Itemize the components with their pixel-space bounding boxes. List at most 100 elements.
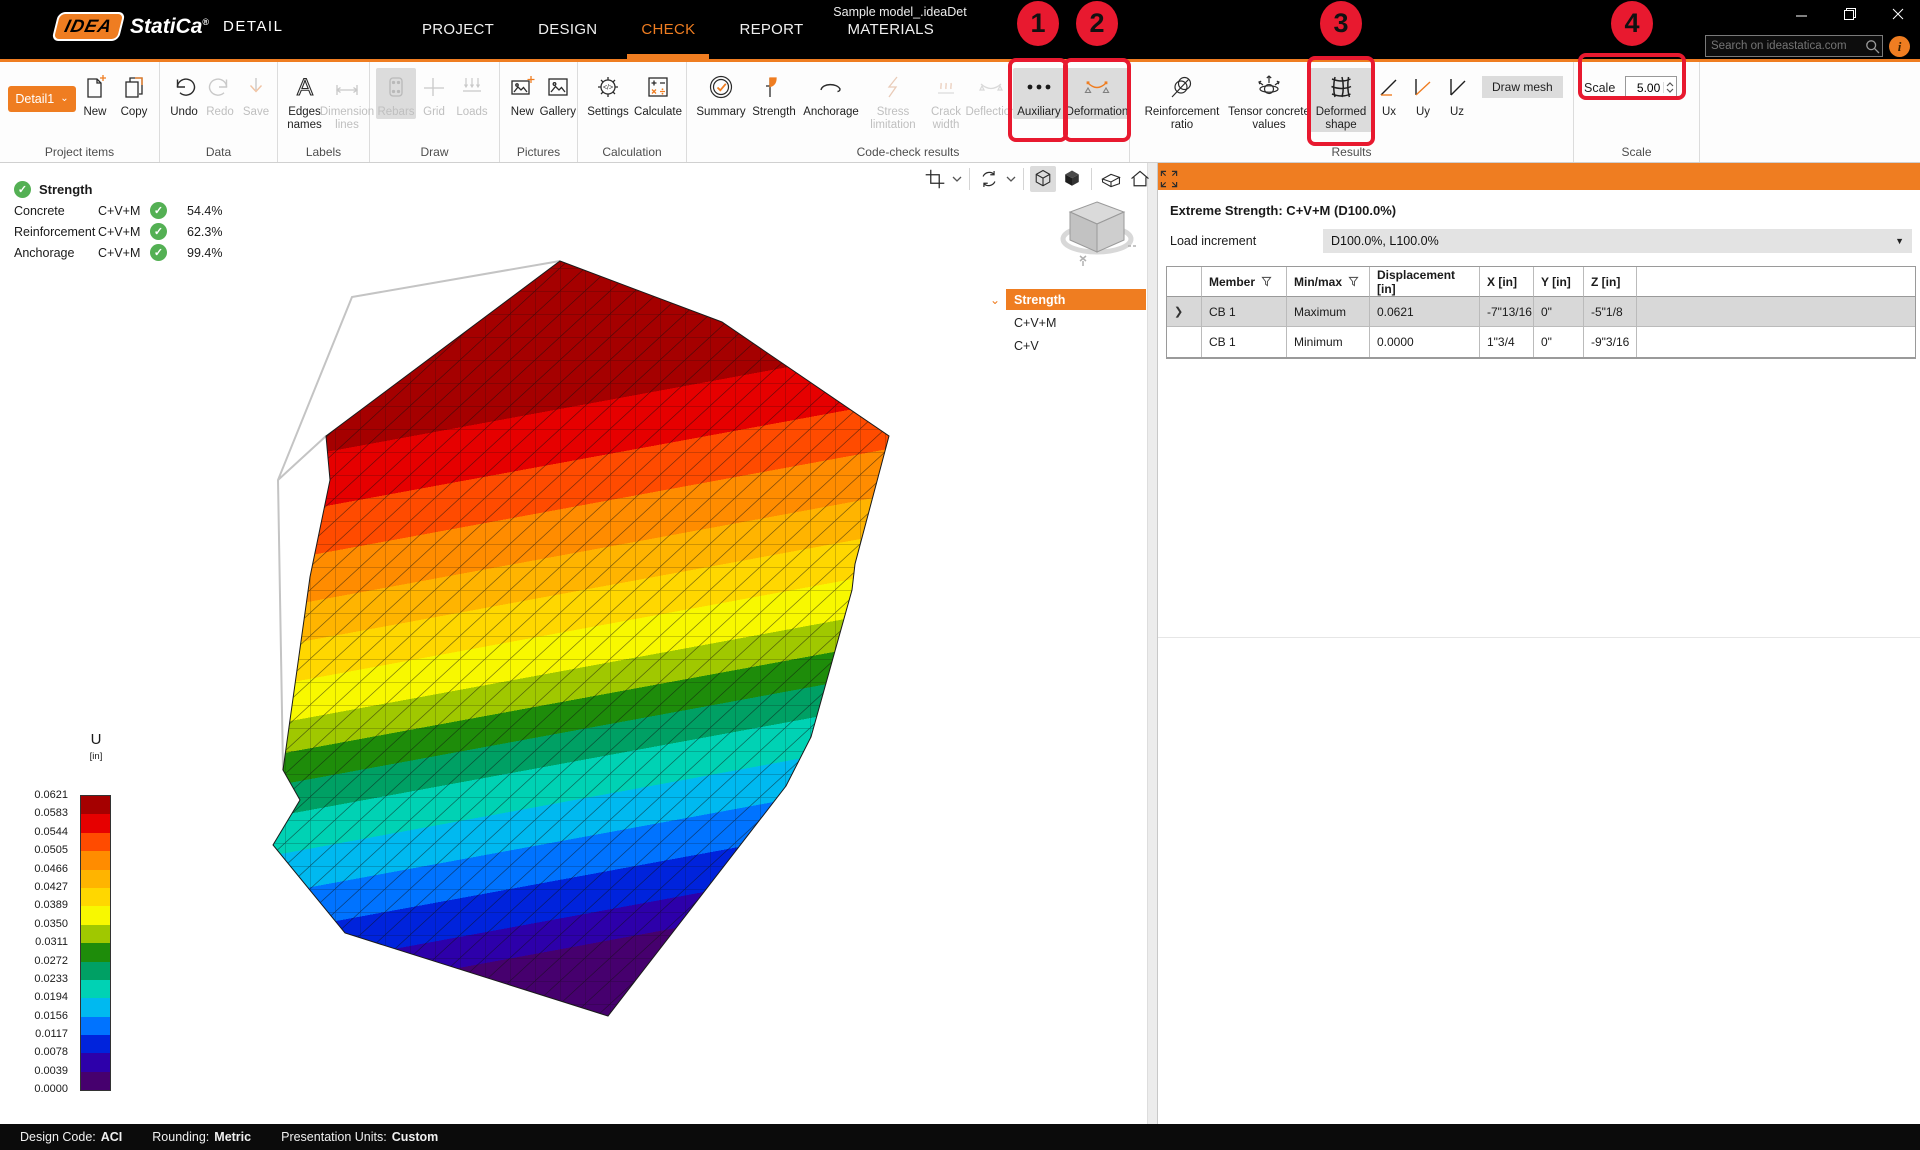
ribbon-button-anchorage[interactable]: Anchorage: [799, 68, 863, 119]
table-cell[interactable]: -7"13/16: [1480, 297, 1534, 327]
navigation-cube[interactable]: [1052, 194, 1142, 268]
ribbon-button-deformed-shape[interactable]: Deformed shape: [1310, 68, 1372, 132]
search-box[interactable]: [1705, 35, 1883, 57]
rotate-view-button[interactable]: [976, 166, 1002, 192]
section-view-button[interactable]: [1098, 166, 1124, 192]
table-cell[interactable]: CB 1: [1202, 327, 1287, 357]
tab-materials[interactable]: MATERIALS: [825, 0, 956, 59]
ribbon-group-calculation: </> Settings Calculate Calculation: [578, 62, 687, 162]
zoom-extents-button[interactable]: [1156, 166, 1182, 192]
undo-icon: [171, 70, 197, 104]
table-header-y[interactable]: Y [in]: [1534, 267, 1584, 297]
table-row-expander[interactable]: ❯: [1167, 297, 1202, 327]
table-cell[interactable]: -9"3/16: [1584, 327, 1637, 357]
divider: [1091, 168, 1092, 190]
shaded-view-button[interactable]: [1059, 166, 1085, 192]
ribbon-button-gallery[interactable]: Gallery: [539, 68, 577, 119]
summary-title: Strength: [39, 182, 92, 197]
table-row-expander[interactable]: [1167, 327, 1202, 357]
ribbon-button-edges-names[interactable]: A Edges names: [284, 68, 325, 132]
legend-labels: 0.06210.05830.05440.05050.04660.04270.03…: [10, 786, 68, 1099]
ribbon-button-strength[interactable]: Strength: [749, 68, 799, 119]
legend-value: 0.0621: [10, 786, 68, 804]
maximize-button[interactable]: [1840, 4, 1860, 24]
chevron-right-icon: ❯: [1174, 305, 1183, 318]
reinforcement-ratio-icon: [1169, 70, 1195, 104]
legend-band: [81, 796, 110, 814]
group-label: Results: [1130, 145, 1573, 159]
tree-item-cv[interactable]: C+V: [984, 334, 1146, 357]
ribbon-button-reinforcement-ratio[interactable]: Reinforcement ratio: [1136, 68, 1228, 132]
ribbon-button-ux[interactable]: Ux: [1372, 68, 1406, 119]
legend-value: 0.0039: [10, 1062, 68, 1080]
draw-mesh-toggle[interactable]: Draw mesh: [1482, 76, 1563, 98]
ribbon-button-copy-project[interactable]: Copy: [114, 68, 154, 119]
ribbon-button-save: Save: [238, 68, 274, 119]
tab-report[interactable]: REPORT: [717, 0, 825, 59]
search-input[interactable]: [1711, 40, 1865, 52]
ribbon-button-uy[interactable]: Uy: [1406, 68, 1440, 119]
redo-icon: [207, 70, 233, 104]
spinner-arrows[interactable]: [1663, 82, 1676, 93]
svg-text:</>: </>: [603, 85, 613, 92]
chevron-down-icon[interactable]: [1005, 176, 1017, 183]
table-header-displacement[interactable]: Displacement [in]: [1370, 267, 1480, 297]
model-viewport[interactable]: [210, 245, 910, 1035]
group-label: Calculation: [578, 145, 686, 159]
close-icon[interactable]: [1888, 4, 1908, 24]
group-label: Data: [160, 145, 277, 159]
tree-item-cvm[interactable]: C+V+M: [984, 311, 1146, 334]
wireframe-view-button[interactable]: [1030, 166, 1056, 192]
tab-check[interactable]: CHECK: [619, 0, 717, 59]
calculate-icon: [645, 70, 671, 104]
home-view-button[interactable]: [1127, 166, 1153, 192]
annotation-circle-3: 3: [1320, 1, 1362, 46]
legend-band: [81, 1053, 110, 1071]
table-cell[interactable]: Minimum: [1287, 327, 1370, 357]
tensor-concrete-values-icon: [1255, 70, 1283, 104]
tab-design[interactable]: DESIGN: [516, 0, 619, 59]
ribbon-button-uz[interactable]: Uz: [1440, 68, 1474, 119]
table-cell[interactable]: CB 1: [1202, 297, 1287, 327]
filter-icon: [1348, 276, 1359, 287]
ribbon: Detail1⌄ New Copy Project items Undo Red…: [0, 62, 1920, 163]
ribbon-button-deformation[interactable]: Deformation: [1065, 68, 1129, 119]
panel-splitter[interactable]: [1147, 163, 1157, 1124]
group-label: Code-check results: [687, 145, 1129, 159]
scale-spinner[interactable]: 5.00: [1625, 76, 1677, 99]
ribbon-button-tensor-concrete-values[interactable]: Tensor concrete values: [1228, 68, 1310, 132]
view-toolbar: [922, 166, 1182, 192]
table-cell[interactable]: 0": [1534, 297, 1584, 327]
legend-band: [81, 906, 110, 924]
extreme-strength-title: Extreme Strength: C+V+M (D100.0%): [1170, 203, 1920, 218]
table-cell[interactable]: 0.0621: [1370, 297, 1480, 327]
tab-project[interactable]: PROJECT: [400, 0, 516, 59]
ribbon-button-auxiliary[interactable]: Auxiliary: [1013, 68, 1065, 119]
detail1-dropdown[interactable]: Detail1⌄: [8, 86, 76, 112]
table-cell[interactable]: 1"3/4: [1480, 327, 1534, 357]
ribbon-button-settings[interactable]: </> Settings: [584, 68, 632, 119]
ribbon-button-new-project[interactable]: New: [76, 68, 114, 119]
info-button[interactable]: i: [1889, 36, 1910, 57]
ribbon-button-grid: Grid: [416, 68, 452, 119]
table-header-minmax[interactable]: Min/max: [1287, 267, 1370, 297]
ribbon-button-summary[interactable]: Summary: [693, 68, 749, 119]
svg-text:A: A: [296, 74, 312, 100]
table-header-member[interactable]: Member: [1202, 267, 1287, 297]
table-header-z[interactable]: Z [in]: [1584, 267, 1637, 297]
chevron-down-icon[interactable]: [951, 176, 963, 183]
tree-item-strength[interactable]: ⌄ Strength: [984, 288, 1146, 311]
stress-limitation-icon: [880, 70, 906, 104]
load-increment-dropdown[interactable]: D100.0%, L100.0% ▼: [1323, 229, 1912, 253]
ribbon-button-new-picture[interactable]: New: [506, 68, 539, 119]
table-cell[interactable]: -5"1/8: [1584, 297, 1637, 327]
table-cell[interactable]: 0": [1534, 327, 1584, 357]
minimize-button[interactable]: [1792, 4, 1812, 24]
chevron-up-icon: [1666, 82, 1674, 87]
clip-view-button[interactable]: [922, 166, 948, 192]
table-cell[interactable]: Maximum: [1287, 297, 1370, 327]
ribbon-button-calculate[interactable]: Calculate: [632, 68, 684, 119]
table-header-x[interactable]: X [in]: [1480, 267, 1534, 297]
table-cell[interactable]: 0.0000: [1370, 327, 1480, 357]
ribbon-button-undo[interactable]: Undo: [166, 68, 202, 119]
